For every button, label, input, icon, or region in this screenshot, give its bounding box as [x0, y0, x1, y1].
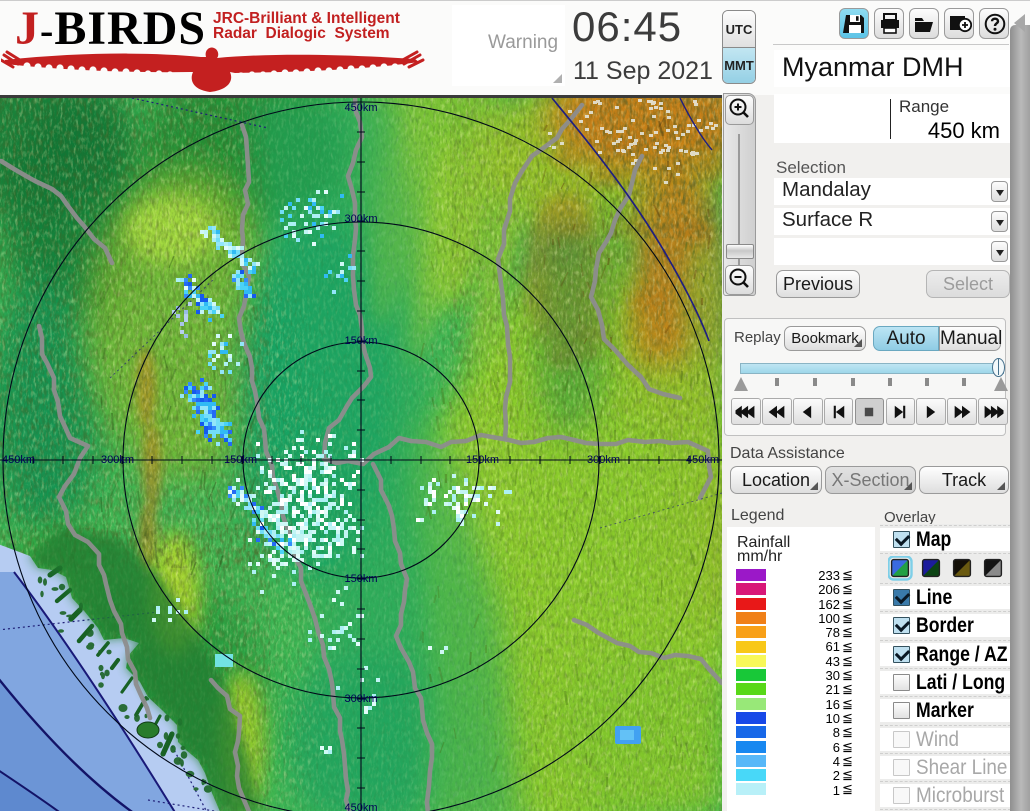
svg-text:150km: 150km	[466, 454, 499, 466]
svg-text:450km: 450km	[686, 454, 719, 466]
svg-text:300km: 300km	[101, 454, 134, 466]
svg-text:150km: 150km	[344, 573, 377, 585]
svg-text:300km: 300km	[587, 454, 620, 466]
svg-text:450km: 450km	[344, 802, 377, 811]
svg-text:300km: 300km	[344, 213, 377, 225]
svg-text:450km: 450km	[344, 102, 377, 114]
svg-text:150km: 150km	[344, 335, 377, 347]
svg-text:450km: 450km	[2, 454, 35, 466]
svg-text:300km: 300km	[344, 693, 377, 705]
svg-text:150km: 150km	[224, 454, 257, 466]
